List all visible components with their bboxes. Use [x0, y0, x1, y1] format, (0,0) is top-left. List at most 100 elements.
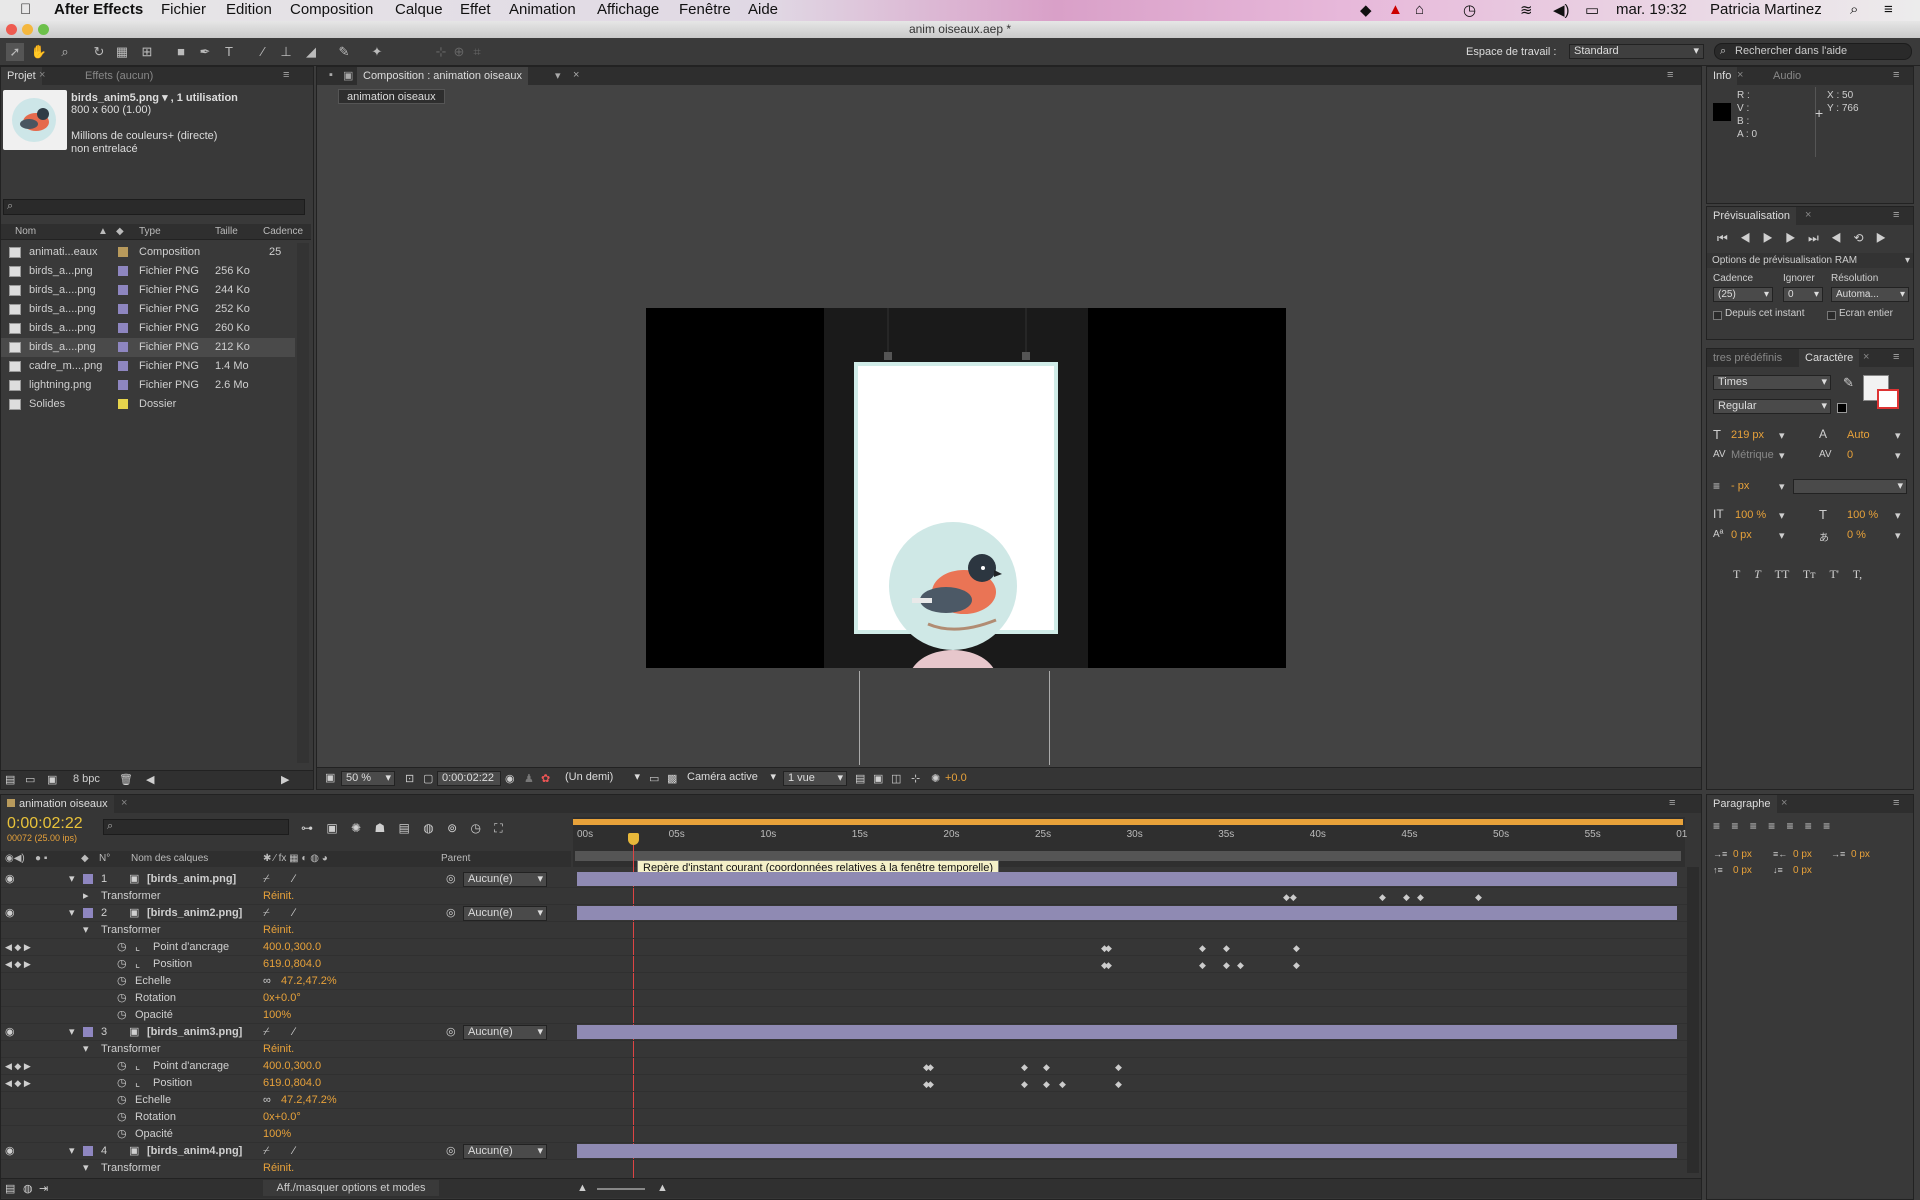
label-color-swatch[interactable]: [118, 380, 128, 390]
stopwatch-active-icon[interactable]: ◷: [117, 1075, 127, 1092]
link-icon[interactable]: ∞: [263, 973, 271, 990]
tracking-value[interactable]: 0: [1847, 449, 1853, 461]
expand-arrow-icon[interactable]: ▾: [69, 1024, 75, 1041]
user-name[interactable]: Patricia Martinez: [1710, 1, 1822, 18]
property-scale-value[interactable]: 47.2,47.2%: [281, 973, 337, 990]
label-color-swatch[interactable]: [118, 304, 128, 314]
new-folder-icon[interactable]: ▭: [25, 773, 35, 786]
project-item[interactable]: birds_a....png Fichier PNG 212 Ko: [1, 338, 295, 357]
layer-label-swatch[interactable]: [83, 874, 93, 884]
close-icon[interactable]: ×: [573, 69, 579, 81]
eye-icon[interactable]: ◉: [5, 1024, 15, 1041]
close-icon[interactable]: ×: [1805, 209, 1811, 221]
interpret-footage-icon[interactable]: ▤: [5, 773, 15, 786]
play-icon[interactable]: ▶: [1763, 231, 1786, 245]
horizontal-scale-value[interactable]: 100 %: [1847, 509, 1878, 521]
kerning-value[interactable]: Métrique: [1731, 449, 1774, 461]
reset-link[interactable]: Réinit.: [263, 1041, 294, 1058]
timeline-timecode[interactable]: 0:00:02:22: [7, 815, 83, 833]
parent-select[interactable]: Aucun(e) ▾: [463, 906, 547, 921]
axis-view-icon[interactable]: ⌗: [468, 43, 486, 61]
shy-switch-icon[interactable]: ⌿: [263, 1143, 270, 1160]
keyframe-nav-icon[interactable]: ◀ ◆ ▶: [5, 1075, 31, 1092]
property-anchor-value[interactable]: 400.0,300.0: [263, 939, 321, 956]
chevron-down-icon[interactable]: ▾: [1895, 449, 1901, 462]
col-type[interactable]: Type: [139, 224, 161, 240]
chevron-down-icon[interactable]: ▾: [1779, 449, 1785, 462]
project-item[interactable]: animati...eaux Composition 25: [1, 243, 295, 262]
justify-right-icon[interactable]: ≡: [1805, 819, 1812, 833]
channel-icon[interactable]: ✿: [541, 772, 550, 785]
project-scrollbar[interactable]: [297, 243, 309, 763]
align-center-icon[interactable]: ≡: [1731, 819, 1738, 833]
keyframe-icon[interactable]: ◆: [1417, 893, 1424, 902]
font-size-value[interactable]: 219 px: [1731, 429, 1764, 441]
first-frame-icon[interactable]: ⏮: [1717, 231, 1740, 245]
superscript-button[interactable]: T': [1829, 567, 1839, 581]
draft-3d-icon[interactable]: ✺: [351, 821, 361, 835]
subscript-button[interactable]: T,: [1853, 567, 1862, 581]
label-color-swatch[interactable]: [118, 266, 128, 276]
project-item[interactable]: lightning.png Fichier PNG 2.6 Mo: [1, 376, 295, 395]
help-search-input[interactable]: ⌕ Rechercher dans l'aide: [1714, 43, 1912, 60]
spotlight-icon[interactable]: ⌕: [1850, 1, 1858, 18]
camera-tool-icon[interactable]: ▦: [113, 43, 131, 61]
chevron-down-icon[interactable]: ▾: [1895, 509, 1901, 522]
label-color-swatch[interactable]: [118, 361, 128, 371]
zoom-select[interactable]: 50 % ▾: [341, 771, 395, 786]
col-layer-name[interactable]: Nom des calques: [131, 851, 208, 867]
transform-row[interactable]: ▾ Transformer Réinit.: [1, 1041, 1691, 1058]
keyframe-icon[interactable]: ◆: [1475, 893, 1482, 902]
axis-local-icon[interactable]: ⊹: [432, 43, 450, 61]
timeline-scrollbar[interactable]: [1687, 867, 1699, 1173]
shy-switch-icon[interactable]: ⌿: [263, 905, 270, 922]
transform-group[interactable]: Transformer: [101, 1041, 161, 1058]
stroke-width-value[interactable]: - px: [1731, 480, 1749, 492]
expand-arrow-icon[interactable]: ▾: [83, 1160, 89, 1171]
pick-whip-icon[interactable]: ◎: [446, 905, 456, 922]
property-rotation-value[interactable]: 0x+0.0°: [263, 1109, 301, 1126]
live-update-icon[interactable]: ▣: [326, 821, 337, 835]
eye-icon[interactable]: ◉: [5, 871, 15, 888]
roto-brush-tool-icon[interactable]: ✎: [335, 43, 353, 61]
keyframe-icon[interactable]: ◆: [1043, 1063, 1050, 1072]
col-size[interactable]: Taille: [215, 224, 238, 240]
label-color-swatch[interactable]: [118, 399, 128, 409]
property-row[interactable]: ◀ ◆ ▶ ◷ ⌞ Point d'ancrage 400.0,300.0 ◆ ◆ ◆ ◆ ◆: [1, 1058, 1691, 1075]
property-position-value[interactable]: 619.0,804.0: [263, 956, 321, 973]
chevron-down-icon[interactable]: ▾: [1895, 429, 1901, 442]
menu-animation[interactable]: Animation: [509, 1, 576, 18]
current-time-display[interactable]: 0:00:02:22: [437, 771, 501, 786]
flowchart-icon[interactable]: ⊹: [911, 772, 920, 785]
project-item[interactable]: birds_a....png Fichier PNG 244 Ko: [1, 281, 295, 300]
property-scale-value[interactable]: 47.2,47.2%: [281, 1092, 337, 1109]
keyframe-nav-icon[interactable]: ◀ ◆ ▶: [5, 956, 31, 973]
eye-icon[interactable]: ◉: [5, 1143, 15, 1160]
wifi-icon[interactable]: ≋: [1520, 1, 1533, 19]
menu-edition[interactable]: Edition: [226, 1, 272, 18]
stopwatch-active-icon[interactable]: ◷: [117, 939, 127, 956]
graph-icon[interactable]: ⌞: [135, 1075, 140, 1092]
keyframe-icon[interactable]: ◆: [927, 1063, 934, 1072]
keyframe-icon[interactable]: ◆: [1293, 944, 1300, 953]
ignorer-select[interactable]: 0 ▾: [1783, 287, 1823, 302]
keyframe-icon[interactable]: ◆: [1115, 1080, 1122, 1089]
app-name[interactable]: After Effects: [54, 1, 143, 18]
resolution-select[interactable]: (Un demi) ▾: [561, 771, 643, 786]
keyframe-icon[interactable]: ◆: [1115, 1063, 1122, 1072]
layer-label-swatch[interactable]: [83, 1027, 93, 1037]
ram-preview-icon[interactable]: ▶: [1876, 231, 1899, 245]
graph-icon[interactable]: ⌞: [135, 1058, 140, 1075]
loop-icon[interactable]: ⟲: [1854, 231, 1876, 245]
property-row[interactable]: ◀ ◆ ▶ ◷ ⌞ Position 619.0,804.0 ◆ ◆ ◆ ◆ ◆ ◆: [1, 956, 1691, 973]
justify-left-icon[interactable]: ≡: [1768, 819, 1775, 833]
parent-select[interactable]: Aucun(e) ▾: [463, 1144, 547, 1159]
battery-icon[interactable]: ▭: [1585, 1, 1599, 19]
menu-calque[interactable]: Calque: [395, 1, 443, 18]
layer-name[interactable]: [birds_anim.png]: [147, 871, 236, 888]
keyframe-icon[interactable]: ◆: [1293, 961, 1300, 970]
transfer-controls-toggle-icon[interactable]: ◍: [23, 1182, 33, 1195]
panel-menu-icon[interactable]: ≡: [1893, 209, 1899, 221]
keyframe-icon[interactable]: ◆: [1223, 944, 1230, 953]
transform-row[interactable]: ▾ Transformer Réinit.: [1, 922, 1691, 939]
